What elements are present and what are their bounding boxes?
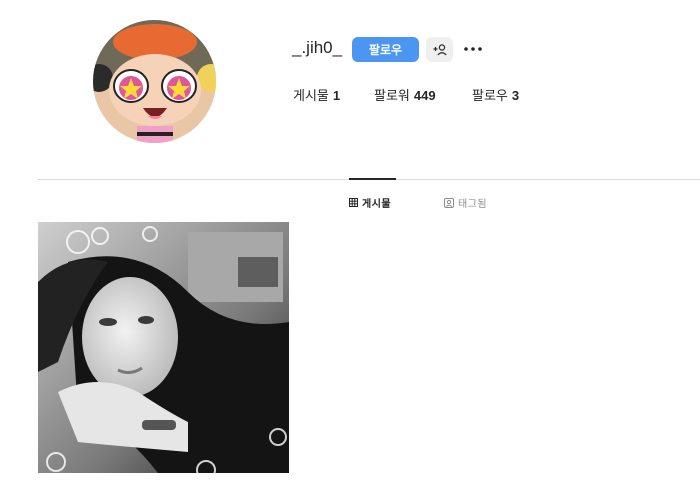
- followers-stat[interactable]: 팔로워 449: [374, 85, 436, 104]
- username: _.jih0_: [292, 38, 343, 57]
- following-stat[interactable]: 팔로우 3: [472, 85, 519, 104]
- tag-person-icon: [444, 197, 454, 208]
- following-label: 팔로우: [472, 88, 508, 103]
- tab-posts[interactable]: 게시물: [349, 195, 391, 210]
- cartoon-avatar-icon: [93, 20, 216, 143]
- posts-label: 게시물: [293, 88, 329, 103]
- grid-icon: [349, 198, 358, 207]
- tab-tagged[interactable]: 태그됨: [444, 195, 487, 210]
- active-tab-indicator: [349, 178, 396, 180]
- post-thumbnail[interactable]: [38, 222, 289, 473]
- posts-count: 1: [332, 88, 341, 103]
- followers-count: 449: [413, 88, 436, 103]
- tab-tagged-label: 태그됨: [458, 199, 488, 210]
- follow-button[interactable]: 팔로우: [352, 37, 419, 62]
- followers-label: 팔로워: [374, 88, 410, 103]
- posts-stat: 게시물 1: [293, 85, 340, 104]
- add-person-icon: [433, 43, 447, 55]
- more-dots-icon: [464, 47, 482, 51]
- profile-avatar[interactable]: [93, 20, 216, 143]
- tab-posts-label: 게시물: [362, 199, 392, 210]
- following-count: 3: [511, 88, 520, 103]
- suggested-accounts-button[interactable]: [426, 37, 453, 62]
- more-options-button[interactable]: [462, 39, 484, 59]
- photo-image: [38, 222, 289, 473]
